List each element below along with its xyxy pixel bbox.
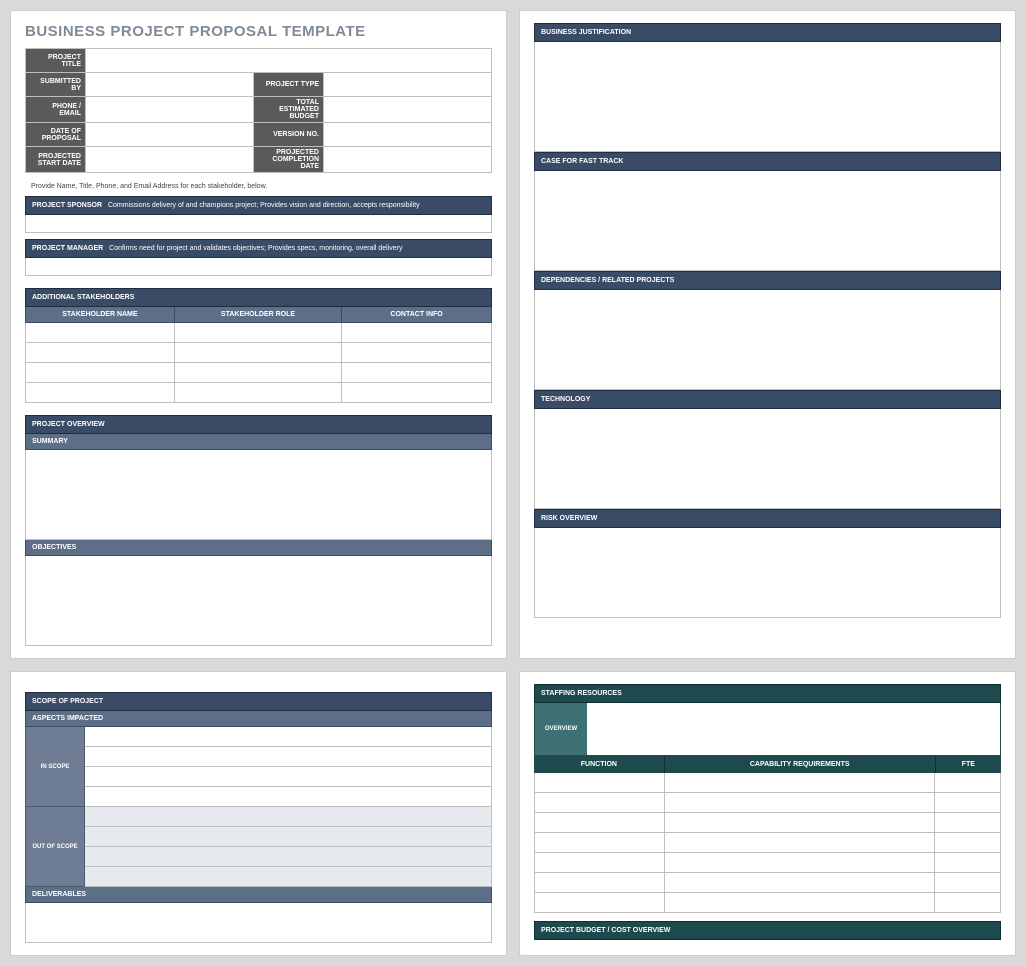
technology-bar: TECHNOLOGY	[534, 390, 1001, 409]
sponsor-desc: Commissions delivery of and champions pr…	[108, 202, 420, 209]
val-proj-completion[interactable]	[324, 147, 492, 173]
lbl-date-proposal: DATE OF PROPOSAL	[26, 123, 86, 147]
out-scope-label: OUT OF SCOPE	[25, 807, 85, 887]
val-phone-email[interactable]	[86, 97, 254, 123]
fast-track-bar: CASE FOR FAST TRACK	[534, 152, 1001, 171]
sponsor-bar: PROJECT SPONSOR Commissions delivery of …	[25, 196, 492, 215]
val-proj-start[interactable]	[86, 147, 254, 173]
lbl-version-no: VERSION NO.	[254, 123, 324, 147]
summary-bar: SUMMARY	[25, 434, 492, 450]
in-scope-label: IN SCOPE	[25, 727, 85, 807]
justification-value[interactable]	[534, 42, 1001, 152]
val-submitted-by[interactable]	[86, 73, 254, 97]
objectives-bar: OBJECTIVES	[25, 540, 492, 556]
dependencies-bar: DEPENDENCIES / RELATED PROJECTS	[534, 271, 1001, 290]
stakeholders-bar: ADDITIONAL STAKEHOLDERS	[25, 288, 492, 307]
scope-line[interactable]	[85, 827, 492, 847]
val-total-budget[interactable]	[324, 97, 492, 123]
scope-line[interactable]	[85, 767, 492, 787]
dependencies-value[interactable]	[534, 290, 1001, 390]
budget-bar: PROJECT BUDGET / COST OVERVIEW	[534, 921, 1001, 940]
deliverables-bar: DELIVERABLES	[25, 887, 492, 903]
staffing-bar: STAFFING RESOURCES	[534, 684, 1001, 703]
scope-line[interactable]	[85, 847, 492, 867]
table-row[interactable]	[534, 853, 1001, 873]
page-title: BUSINESS PROJECT PROPOSAL TEMPLATE	[25, 23, 492, 40]
table-row[interactable]	[534, 833, 1001, 853]
lbl-project-title: PROJECT TITLE	[26, 49, 86, 73]
summary-value[interactable]	[25, 450, 492, 540]
table-row[interactable]	[534, 773, 1001, 793]
scope-line[interactable]	[85, 747, 492, 767]
val-project-title[interactable]	[86, 49, 492, 73]
scope-bar: SCOPE OF PROJECT	[25, 692, 492, 711]
in-scope-row: IN SCOPE	[25, 727, 492, 807]
page-3: SCOPE OF PROJECT ASPECTS IMPACTED IN SCO…	[10, 671, 507, 956]
sponsor-label: PROJECT SPONSOR	[32, 202, 102, 209]
col-function: FUNCTION	[534, 756, 665, 773]
page-1: BUSINESS PROJECT PROPOSAL TEMPLATE PROJE…	[10, 10, 507, 659]
table-row[interactable]	[25, 363, 492, 383]
table-row[interactable]	[25, 343, 492, 363]
table-row[interactable]	[534, 893, 1001, 913]
scope-line[interactable]	[85, 727, 492, 747]
page-4: STAFFING RESOURCES OVERVIEW FUNCTION CAP…	[519, 671, 1016, 956]
aspects-bar: ASPECTS IMPACTED	[25, 711, 492, 727]
stakeholders-head: STAKEHOLDER NAME STAKEHOLDER ROLE CONTAC…	[25, 307, 492, 323]
col-stakeholder-role: STAKEHOLDER ROLE	[175, 307, 342, 322]
lbl-phone-email: PHONE / EMAIL	[26, 97, 86, 123]
stakeholder-hint: Provide Name, Title, Phone, and Email Ad…	[31, 183, 492, 190]
lbl-submitted-by: SUBMITTED BY	[26, 73, 86, 97]
col-stakeholder-name: STAKEHOLDER NAME	[26, 307, 175, 322]
scope-line[interactable]	[85, 867, 492, 887]
lbl-project-type: PROJECT TYPE	[254, 73, 324, 97]
fast-track-value[interactable]	[534, 171, 1001, 271]
val-project-type[interactable]	[324, 73, 492, 97]
col-contact-info: CONTACT INFO	[342, 307, 491, 322]
staffing-overview-row: OVERVIEW	[534, 703, 1001, 756]
table-row[interactable]	[25, 323, 492, 343]
technology-value[interactable]	[534, 409, 1001, 509]
manager-label: PROJECT MANAGER	[32, 245, 103, 252]
sponsor-value[interactable]	[25, 215, 492, 233]
lbl-total-budget: TOTAL ESTIMATED BUDGET	[254, 97, 324, 123]
manager-value[interactable]	[25, 258, 492, 276]
manager-bar: PROJECT MANAGER Confirms need for projec…	[25, 239, 492, 258]
out-scope-row: OUT OF SCOPE	[25, 807, 492, 887]
table-row[interactable]	[534, 873, 1001, 893]
page-2: BUSINESS JUSTIFICATION CASE FOR FAST TRA…	[519, 10, 1016, 659]
staffing-overview-value[interactable]	[587, 703, 1000, 755]
lbl-proj-start: PROJECTED START DATE	[26, 147, 86, 173]
col-capability: CAPABILITY REQUIREMENTS	[665, 756, 936, 773]
staffing-head: FUNCTION CAPABILITY REQUIREMENTS FTE	[534, 756, 1001, 773]
info-table: PROJECT TITLE SUBMITTED BY PROJECT TYPE …	[25, 48, 492, 173]
risk-value[interactable]	[534, 528, 1001, 618]
table-row[interactable]	[25, 383, 492, 403]
risk-bar: RISK OVERVIEW	[534, 509, 1001, 528]
table-row[interactable]	[534, 793, 1001, 813]
manager-desc: Confirms need for project and validates …	[109, 245, 402, 252]
scope-line[interactable]	[85, 787, 492, 807]
val-version-no[interactable]	[324, 123, 492, 147]
val-date-proposal[interactable]	[86, 123, 254, 147]
objectives-value[interactable]	[25, 556, 492, 646]
justification-bar: BUSINESS JUSTIFICATION	[534, 23, 1001, 42]
table-row[interactable]	[534, 813, 1001, 833]
scope-line[interactable]	[85, 807, 492, 827]
deliverables-value[interactable]	[25, 903, 492, 943]
overview-bar: PROJECT OVERVIEW	[25, 415, 492, 434]
staffing-overview-label: OVERVIEW	[535, 703, 587, 755]
col-fte: FTE	[936, 756, 1001, 773]
lbl-proj-completion: PROJECTED COMPLETION DATE	[254, 147, 324, 173]
